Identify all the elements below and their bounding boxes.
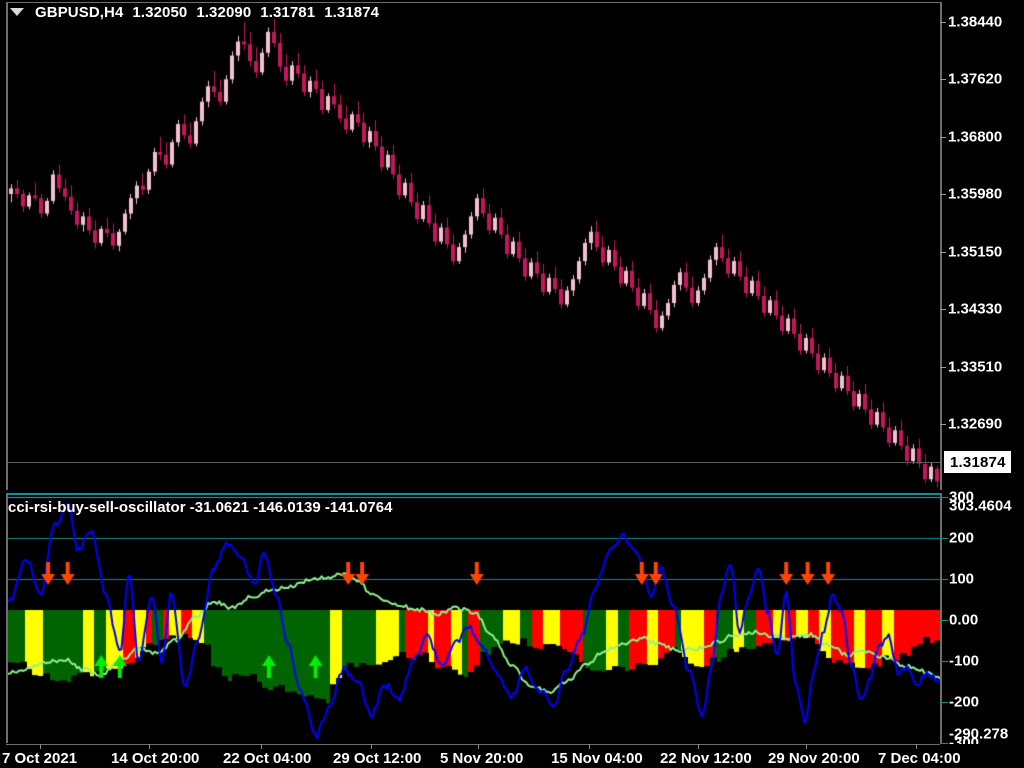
triangle-down-icon[interactable] <box>10 8 24 16</box>
time-axis-label: 22 Oct 04:00 <box>223 750 312 767</box>
price-tick <box>940 309 946 310</box>
quote-open: 1.32050 <box>132 3 188 21</box>
time-axis-label: 15 Nov 04:00 <box>551 750 643 767</box>
indicator-scale-min-value: -290.278 <box>949 725 1009 743</box>
indicator-tick <box>940 538 948 539</box>
time-tick <box>371 744 372 749</box>
indicator-scale-label: -200 <box>949 693 980 711</box>
time-axis-label: 5 Nov 20:00 <box>440 750 524 767</box>
quote-low: 1.31781 <box>260 3 316 21</box>
time-tick <box>478 744 479 749</box>
price-tick <box>940 367 946 368</box>
time-axis-line <box>6 744 940 745</box>
time-axis-label: 29 Nov 20:00 <box>768 750 860 767</box>
price-scale-label: 1.35980 <box>948 185 1003 203</box>
indicator-tick <box>940 620 948 621</box>
indicator-tick <box>940 579 948 580</box>
price-scale[interactable]: 1.38440 1.37620 1.36800 1.35980 1.35150 1.343… <box>940 0 1024 492</box>
indicator-scale-label: 100 <box>949 570 975 588</box>
oscillator-canvas <box>8 492 940 744</box>
price-tick <box>940 79 946 80</box>
indicator-value-1: -31.0621 <box>189 499 249 516</box>
indicator-pane[interactable]: cci-rsi-buy-sell-oscillator -31.0621 -14… <box>0 492 940 744</box>
time-axis-label: 29 Oct 12:00 <box>333 750 422 767</box>
price-scale-label: 1.33510 <box>948 358 1003 376</box>
chart-header: GBPUSD,H4 1.32050 1.32090 1.31781 1.3187… <box>8 2 379 22</box>
time-axis-label: 22 Nov 12:00 <box>660 750 752 767</box>
price-tick <box>940 252 946 253</box>
indicator-tick <box>940 661 948 662</box>
indicator-value-3: -141.0764 <box>324 499 393 516</box>
time-tick <box>40 744 41 749</box>
current-price-tag: 1.31874 <box>944 451 1011 473</box>
price-tick <box>940 194 946 195</box>
indicator-scale-label: 0.00 <box>949 611 979 629</box>
price-tick <box>940 424 946 425</box>
quote-high: 1.32090 <box>196 3 252 21</box>
time-tick <box>261 744 262 749</box>
indicator-scale[interactable]: 300 200 100 0.00 -100 -200 -300 303.4604 -290.27… <box>940 489 1024 752</box>
time-axis-label: 7 Oct 2021 <box>2 750 78 767</box>
indicator-scale-axis <box>940 493 942 743</box>
indicator-name: cci-rsi-buy-sell-oscillator <box>8 499 186 516</box>
time-tick <box>149 744 150 749</box>
candlestick-canvas <box>8 0 940 492</box>
price-scale-label: 1.38440 <box>948 13 1003 31</box>
price-scale-label: 1.35150 <box>948 243 1003 261</box>
time-tick <box>589 744 590 749</box>
indicator-tick <box>940 497 948 498</box>
time-axis-label: 7 Dec 04:00 <box>878 750 961 767</box>
indicator-value-2: -146.0139 <box>253 499 321 516</box>
price-scale-label: 1.36800 <box>948 128 1003 146</box>
price-tick <box>940 137 946 138</box>
time-axis-label: 14 Oct 20:00 <box>111 750 200 767</box>
time-tick <box>698 744 699 749</box>
indicator-scale-max-value: 303.4604 <box>949 497 1012 515</box>
price-scale-label: 1.37620 <box>948 70 1003 88</box>
trading-terminal-chart: GBPUSD,H4 1.32050 1.32090 1.31781 1.3187… <box>0 0 1024 768</box>
indicator-scale-label: -100 <box>949 652 980 670</box>
price-scale-label: 1.34330 <box>948 300 1003 318</box>
indicator-label: cci-rsi-buy-sell-oscillator -31.0621 -14… <box>8 499 392 516</box>
price-scale-axis <box>940 2 942 490</box>
quote-close: 1.31874 <box>324 3 380 21</box>
indicator-scale-label: 200 <box>949 529 975 547</box>
price-tick <box>940 22 946 23</box>
time-axis[interactable]: 7 Oct 2021 14 Oct 20:00 22 Oct 04:00 29 Oct… <box>0 744 1024 768</box>
current-price-line <box>8 462 940 463</box>
time-tick <box>806 744 807 749</box>
price-chart-pane[interactable]: GBPUSD,H4 1.32050 1.32090 1.31781 1.3187… <box>0 0 940 492</box>
time-tick <box>916 744 917 749</box>
price-scale-label: 1.32690 <box>948 415 1003 433</box>
symbol-timeframe-label: GBPUSD,H4 <box>35 3 124 21</box>
indicator-tick <box>940 702 948 703</box>
